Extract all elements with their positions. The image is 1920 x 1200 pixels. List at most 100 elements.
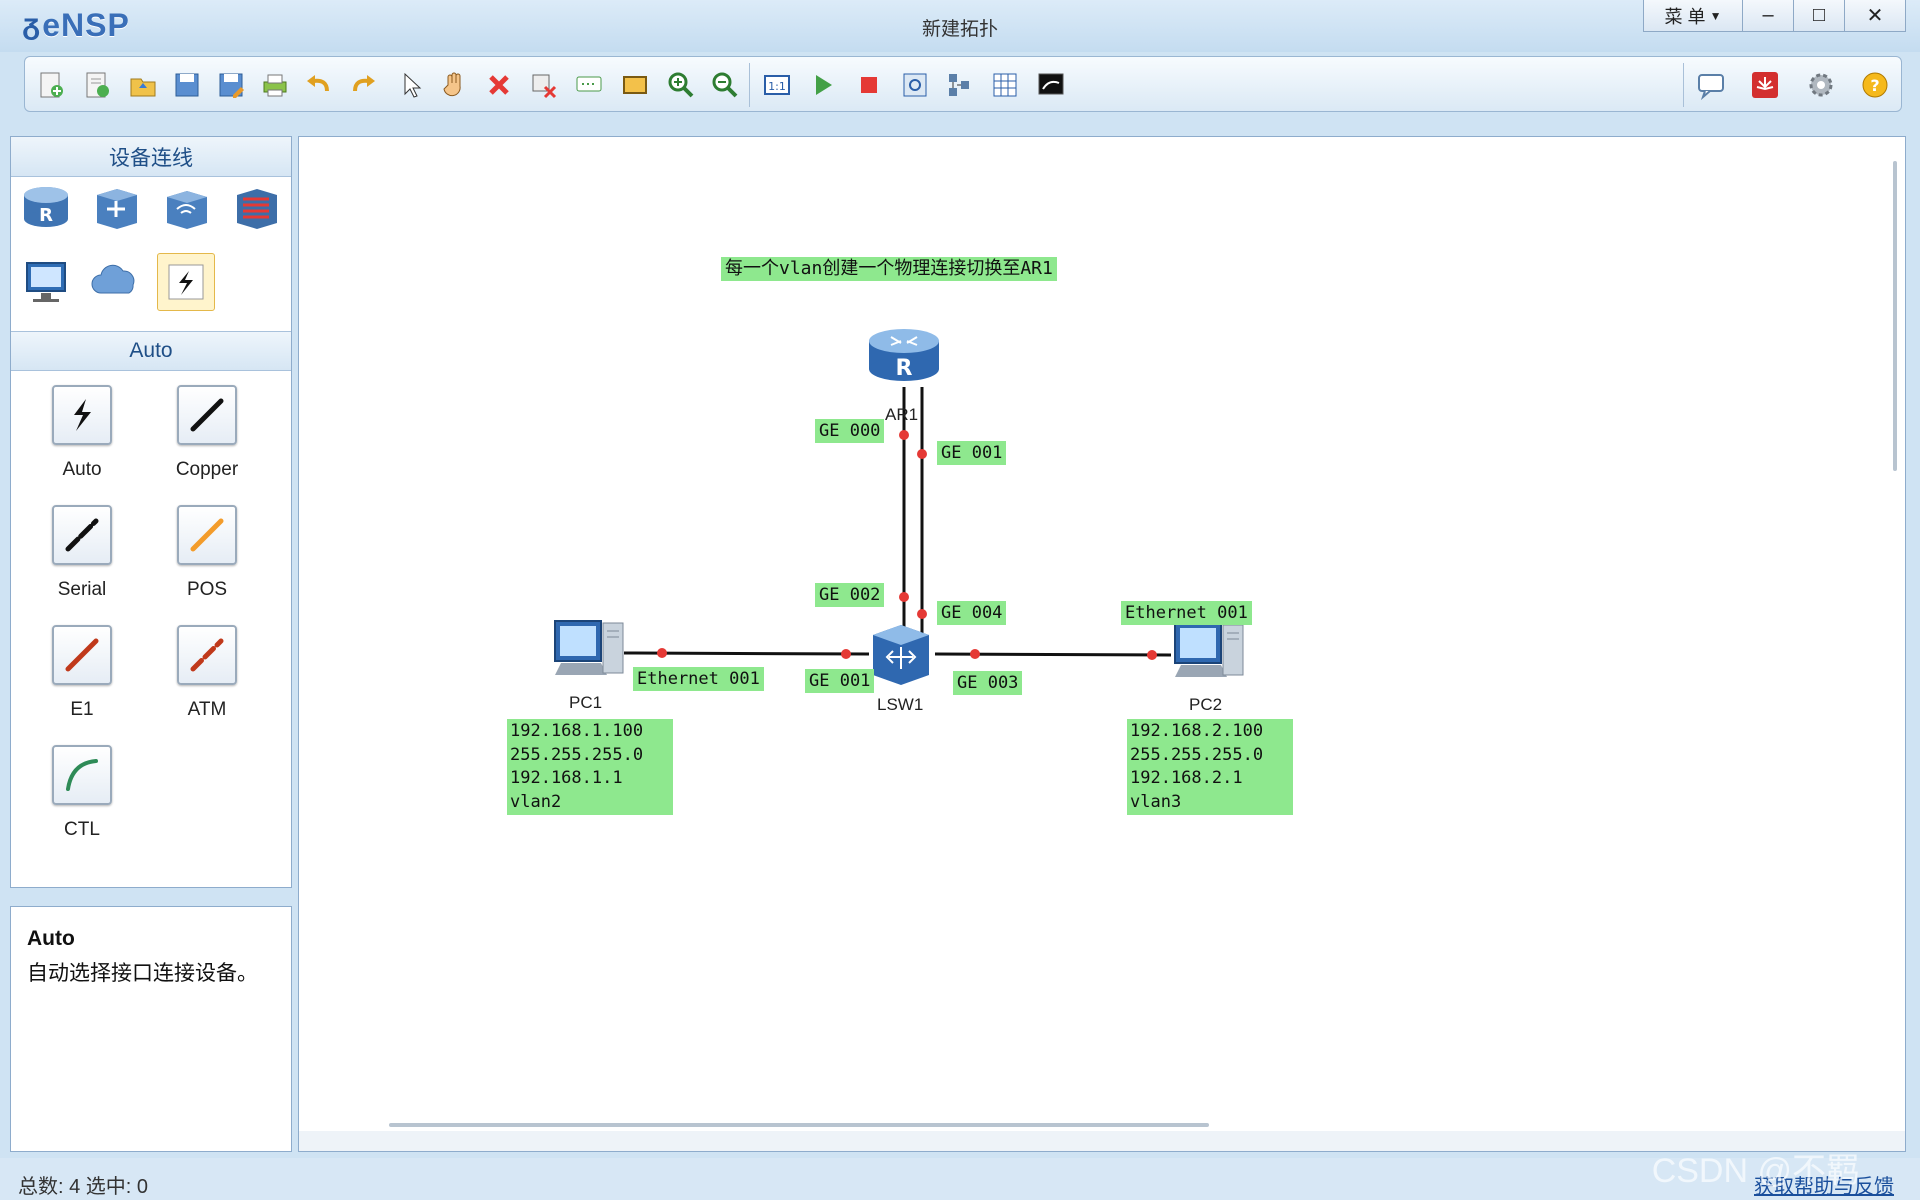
vertical-scrollbar[interactable] bbox=[1893, 161, 1897, 471]
firewall-category-icon[interactable] bbox=[227, 179, 285, 237]
vlan: vlan3 bbox=[1130, 791, 1182, 812]
port-dot bbox=[970, 649, 980, 659]
router-ar1[interactable]: R bbox=[867, 323, 941, 387]
pc-icon bbox=[554, 620, 624, 675]
undo-icon[interactable] bbox=[299, 65, 339, 105]
cable-pos[interactable]: POS bbox=[152, 505, 262, 615]
port-dot bbox=[841, 649, 851, 659]
cable-label: POS bbox=[186, 579, 228, 600]
pc-category-icon[interactable] bbox=[17, 253, 75, 311]
device-label-lsw1: LSW1 bbox=[877, 695, 924, 714]
minimize-button[interactable]: – bbox=[1742, 0, 1794, 32]
title-bar: ᵹ eNSP 新建拓扑 菜 单 ▼ – □ ✕ bbox=[0, 0, 1920, 52]
zoom-in-icon[interactable] bbox=[661, 65, 701, 105]
pc-pc1[interactable] bbox=[547, 613, 627, 693]
window-controls: 菜 单 ▼ – □ ✕ bbox=[1643, 0, 1906, 32]
cable-ctl[interactable]: CTL bbox=[27, 745, 137, 855]
port-dot bbox=[917, 449, 927, 459]
subnet-mask: 255.255.255.0 bbox=[510, 744, 644, 765]
topology-note[interactable]: 每一个vlan创建一个物理连接切换至AR1 bbox=[721, 257, 1057, 281]
huawei-icon[interactable] bbox=[1745, 65, 1785, 105]
save-as-icon[interactable] bbox=[211, 65, 251, 105]
cable-atm[interactable]: ATM bbox=[152, 625, 262, 735]
topology-icon[interactable] bbox=[939, 65, 979, 105]
description-text: 自动选择接口连接设备。 bbox=[27, 962, 258, 985]
cable-category-icon[interactable] bbox=[157, 253, 215, 311]
settings-icon[interactable] bbox=[1801, 65, 1841, 105]
port-label[interactable]: Ethernet 001 bbox=[633, 667, 764, 691]
topology-canvas[interactable]: 每一个vlan创建一个物理连接切换至AR1 R AR1 LSW1 PC1 PC2… bbox=[298, 136, 1906, 1152]
pc2-ip-info[interactable]: 192.168.2.100 255.255.255.0 192.168.2.1 … bbox=[1127, 719, 1293, 815]
port-label[interactable]: GE 001 bbox=[937, 441, 1007, 465]
new-topology-icon[interactable] bbox=[31, 65, 71, 105]
open-icon[interactable] bbox=[123, 65, 163, 105]
delete-link-icon[interactable] bbox=[523, 65, 563, 105]
status-bar: 总数: 4 选中: 0 获取帮助与反馈 bbox=[0, 1158, 1920, 1200]
delete-icon[interactable] bbox=[479, 65, 519, 105]
port-label[interactable]: GE 002 bbox=[815, 583, 885, 607]
port-dot bbox=[917, 609, 927, 619]
menu-button[interactable]: 菜 单 ▼ bbox=[1643, 0, 1743, 32]
stop-icon[interactable] bbox=[849, 65, 889, 105]
cable-label: ATM bbox=[187, 699, 227, 720]
cable-copper[interactable]: Copper bbox=[152, 385, 262, 495]
close-button[interactable]: ✕ bbox=[1844, 0, 1906, 32]
add-text-icon[interactable] bbox=[569, 65, 609, 105]
cable-e1[interactable]: E1 bbox=[27, 625, 137, 735]
port-label[interactable]: Ethernet 001 bbox=[1121, 601, 1252, 625]
left-panel: 设备连线 R Auto Auto Copper Serial POS E1 AT… bbox=[10, 136, 292, 1152]
print-icon[interactable] bbox=[255, 65, 295, 105]
auto-cable-icon bbox=[52, 385, 112, 445]
redo-icon[interactable] bbox=[343, 65, 383, 105]
switch-category-icon[interactable] bbox=[87, 179, 145, 237]
serial-cable-icon bbox=[52, 505, 112, 565]
add-rectangle-icon[interactable] bbox=[615, 65, 655, 105]
description-panel: Auto 自动选择接口连接设备。 bbox=[10, 906, 292, 1152]
topology-links bbox=[623, 387, 1172, 660]
device-category-header: 设备连线 bbox=[11, 137, 291, 177]
chevron-down-icon: ▼ bbox=[1709, 8, 1722, 23]
copper-cable-icon bbox=[177, 385, 237, 445]
pc-pc2[interactable] bbox=[1167, 615, 1247, 695]
grid-icon[interactable] bbox=[985, 65, 1025, 105]
zoom-out-icon[interactable] bbox=[705, 65, 745, 105]
help-icon[interactable]: ? bbox=[1855, 65, 1895, 105]
svg-text:R: R bbox=[896, 356, 913, 381]
gateway: 192.168.1.1 bbox=[510, 768, 623, 788]
cable-serial[interactable]: Serial bbox=[27, 505, 137, 615]
horizontal-scrollbar[interactable] bbox=[389, 1123, 1209, 1127]
save-icon[interactable] bbox=[167, 65, 207, 105]
pc-icon bbox=[1174, 622, 1244, 677]
atm-cable-icon bbox=[177, 625, 237, 685]
wireless-category-icon[interactable] bbox=[157, 179, 215, 237]
cable-label: Copper bbox=[175, 459, 239, 480]
new-lab-icon[interactable] bbox=[77, 65, 117, 105]
subnet-mask: 255.255.255.0 bbox=[1130, 744, 1264, 765]
cable-label: Auto bbox=[62, 459, 102, 480]
port-label[interactable]: GE 000 bbox=[815, 419, 885, 443]
pan-icon[interactable] bbox=[435, 65, 475, 105]
start-icon[interactable] bbox=[803, 65, 843, 105]
router-category-icon[interactable]: R bbox=[17, 179, 75, 237]
fit-icon[interactable]: 1:1 bbox=[757, 65, 797, 105]
maximize-button[interactable]: □ bbox=[1793, 0, 1845, 32]
cable-type-header: Auto bbox=[11, 331, 291, 371]
port-dot bbox=[657, 648, 667, 658]
capture-icon[interactable] bbox=[895, 65, 935, 105]
svg-text:1:1: 1:1 bbox=[768, 80, 786, 93]
console-icon[interactable] bbox=[1031, 65, 1071, 105]
port-label[interactable]: GE 004 bbox=[937, 601, 1007, 625]
switch-lsw1[interactable] bbox=[867, 621, 935, 687]
cable-auto[interactable]: Auto bbox=[27, 385, 137, 495]
device-label-pc1: PC1 bbox=[569, 693, 603, 712]
cable-label: CTL bbox=[64, 819, 100, 840]
port-label[interactable]: GE 003 bbox=[953, 671, 1023, 695]
cloud-category-icon[interactable] bbox=[87, 253, 145, 311]
router-icon: R bbox=[869, 329, 939, 381]
select-icon[interactable] bbox=[391, 65, 431, 105]
port-label[interactable]: GE 001 bbox=[805, 669, 875, 693]
pos-cable-icon bbox=[177, 505, 237, 565]
vlan: vlan2 bbox=[510, 791, 562, 812]
pc1-ip-info[interactable]: 192.168.1.100 255.255.255.0 192.168.1.1 … bbox=[507, 719, 673, 815]
chat-icon[interactable] bbox=[1691, 65, 1731, 105]
